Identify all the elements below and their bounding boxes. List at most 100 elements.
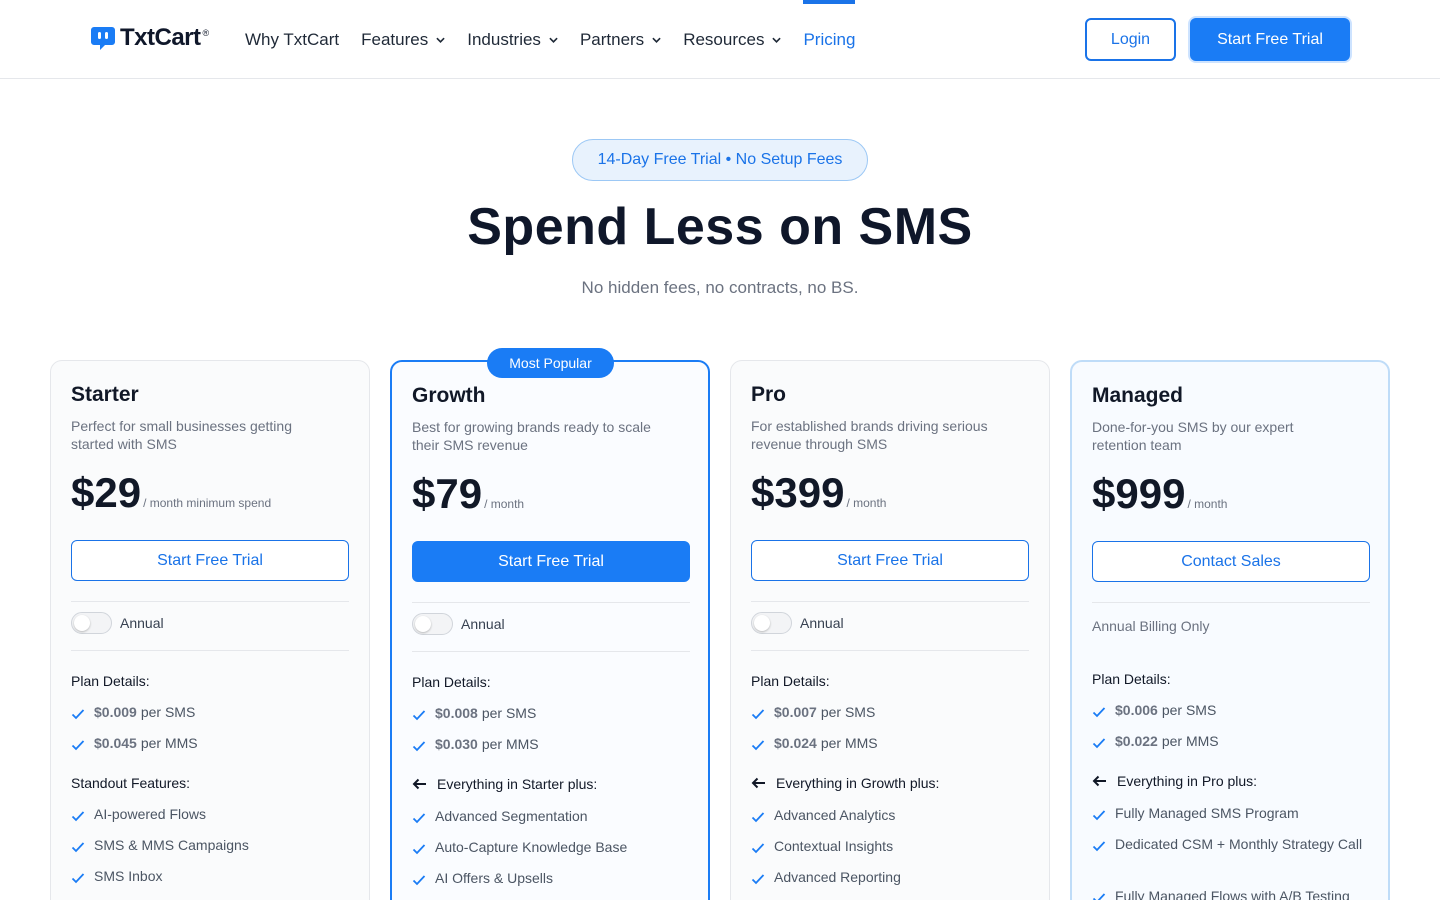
chat-bubble-icon <box>91 27 115 50</box>
feature-text: Auto-Capture Knowledge Base <box>435 839 628 855</box>
features-label: Everything in Pro plus: <box>1117 773 1258 789</box>
check-icon <box>751 843 765 854</box>
nav-item-pricing[interactable]: Pricing <box>803 0 855 79</box>
page-title: Spend Less on SMS <box>467 198 973 256</box>
feature-item: Fully Managed SMS Program <box>1092 803 1370 824</box>
annual-toggle-row: Annual <box>751 612 844 634</box>
feature-item: Advanced Segmentation <box>412 806 690 827</box>
start-free-trial-button[interactable]: Start Free Trial <box>412 541 690 582</box>
annual-toggle[interactable] <box>412 613 453 635</box>
feature-item: AI-powered Flows <box>71 804 349 825</box>
rate-item: $0.030 per MMS <box>412 734 690 755</box>
feature-item: SMS & MMS Campaigns <box>71 835 349 856</box>
start-free-trial-button[interactable]: Start Free Trial <box>71 540 349 581</box>
header-start-trial-button[interactable]: Start Free Trial <box>1190 18 1350 61</box>
nav-label: Features <box>361 29 429 49</box>
feature-text: AI-powered Flows <box>94 806 207 822</box>
nav-item-features[interactable]: Features <box>361 0 445 79</box>
features-label-row: Everything in Starter plus: <box>412 776 597 792</box>
rate-label: per MMS <box>1161 733 1219 749</box>
annual-billing-note: Annual Billing Only <box>1092 618 1210 634</box>
nav-label: Why TxtCart <box>245 29 340 49</box>
plan-price: $399 / month <box>751 469 886 517</box>
check-icon <box>412 813 426 824</box>
free-trial-badge: 14-Day Free Trial • No Setup Fees <box>572 139 868 181</box>
arrow-left-icon <box>412 778 426 790</box>
rate-label: per MMS <box>481 736 539 752</box>
feature-item: Advanced Analytics <box>751 805 1029 826</box>
annual-label: Annual <box>461 616 505 632</box>
divider <box>71 601 349 602</box>
rate-value: $0.022 <box>1115 733 1158 749</box>
feature-item: Fully Managed Flows with A/B Testing <box>1092 886 1370 900</box>
arrow-left-icon <box>1092 775 1106 787</box>
nav-item-why-txtcart[interactable]: Why TxtCart <box>245 0 339 79</box>
brand-reg-mark: ® <box>202 28 210 38</box>
nav-item-resources[interactable]: Resources <box>683 0 782 79</box>
rate-value: $0.009 <box>94 704 137 720</box>
main-nav: Why TxtCart Features Industries Partners… <box>245 0 877 79</box>
check-icon <box>71 740 85 751</box>
rate-value: $0.006 <box>1115 702 1158 718</box>
nav-item-partners[interactable]: Partners <box>580 0 661 79</box>
plan-card-pro: Pro For established brands driving serio… <box>730 360 1050 900</box>
divider <box>1092 602 1370 603</box>
contact-sales-button[interactable]: Contact Sales <box>1092 541 1370 582</box>
check-icon <box>751 812 765 823</box>
price-unit: / month <box>1187 497 1228 511</box>
login-button[interactable]: Login <box>1085 18 1176 61</box>
chevron-down-icon <box>549 37 558 43</box>
feature-text: Dedicated CSM + Monthly Strategy Call <box>1115 836 1363 852</box>
nav-item-industries[interactable]: Industries <box>467 0 558 79</box>
rate-item: $0.009 per SMS <box>71 702 349 723</box>
annual-label: Annual <box>120 615 164 631</box>
plan-name: Starter <box>71 383 139 406</box>
check-icon <box>751 709 765 720</box>
most-popular-badge: Most Popular <box>487 348 614 378</box>
rate-label: per SMS <box>140 704 196 720</box>
rate-value: $0.030 <box>435 736 478 752</box>
divider <box>412 602 690 603</box>
features-label: Standout Features: <box>71 775 191 791</box>
rate-label: per MMS <box>140 735 198 751</box>
start-free-trial-button[interactable]: Start Free Trial <box>751 540 1029 581</box>
check-icon <box>412 710 426 721</box>
plan-card-growth: Most Popular Growth Best for growing bra… <box>390 348 710 900</box>
feature-item: Dedicated CSM + Monthly Strategy Call <box>1092 834 1370 855</box>
check-icon <box>71 842 85 853</box>
check-icon <box>71 709 85 720</box>
check-icon <box>412 875 426 886</box>
annual-toggle[interactable] <box>751 612 792 634</box>
feature-item: Advanced Reporting <box>751 867 1029 888</box>
plan-card-starter: Starter Perfect for small businesses get… <box>50 360 370 900</box>
plan-details-label: Plan Details: <box>412 674 491 690</box>
plan-details-label: Plan Details: <box>751 673 830 689</box>
chevron-down-icon <box>436 37 445 43</box>
feature-text: Advanced Segmentation <box>435 808 588 824</box>
features-label: Everything in Starter plus: <box>437 776 598 792</box>
divider <box>751 601 1029 602</box>
annual-toggle-row: Annual <box>71 612 164 634</box>
rate-value: $0.008 <box>435 705 478 721</box>
site-header: TxtCart ® Why TxtCart Features Industrie… <box>0 0 1440 79</box>
nav-label: Partners <box>579 29 645 49</box>
check-icon <box>412 844 426 855</box>
plan-name: Pro <box>751 383 787 406</box>
rate-value: $0.007 <box>774 704 817 720</box>
price-amount: $79 <box>412 470 483 517</box>
rate-label: per MMS <box>820 735 878 751</box>
price-amount: $999 <box>1092 470 1186 517</box>
divider <box>412 651 690 652</box>
features-label: Everything in Growth plus: <box>776 775 940 791</box>
nav-label: Pricing <box>803 29 856 49</box>
plan-description: Best for growing brands ready to scale t… <box>412 419 651 453</box>
annual-toggle-row: Annual <box>412 613 505 635</box>
annual-toggle[interactable] <box>71 612 112 634</box>
rate-item: $0.024 per MMS <box>751 733 1029 754</box>
features-label-row: Everything in Growth plus: <box>751 775 939 791</box>
brand-logo[interactable]: TxtCart ® <box>90 24 209 52</box>
rate-item: $0.022 per MMS <box>1092 731 1370 752</box>
check-icon <box>1092 810 1106 821</box>
page-subtitle: No hidden fees, no contracts, no BS. <box>581 278 859 297</box>
rate-item: $0.007 per SMS <box>751 702 1029 723</box>
